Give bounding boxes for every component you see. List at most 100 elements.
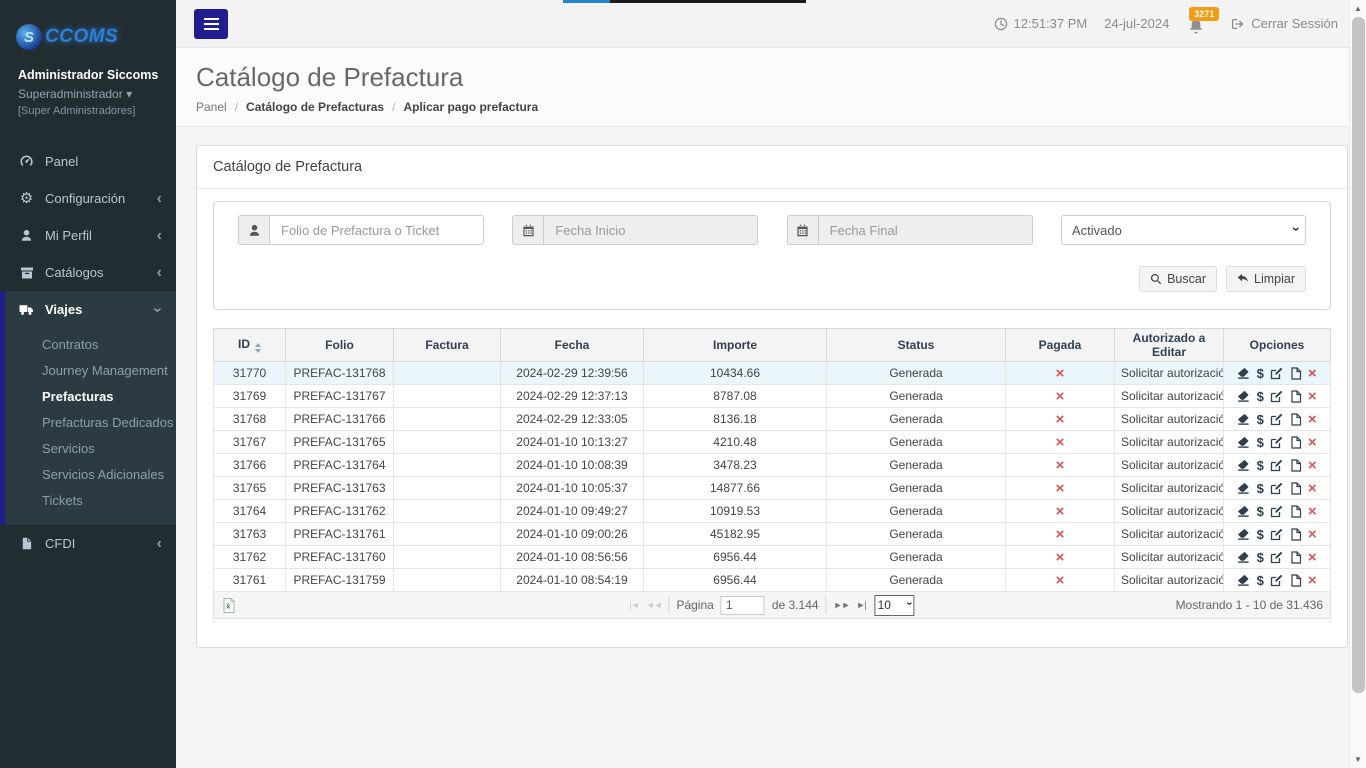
eraser-icon[interactable] xyxy=(1237,367,1250,380)
pdf-icon[interactable] xyxy=(1290,528,1302,541)
export-excel-button[interactable]: x̄ xyxy=(221,597,237,614)
sidebar-item-prefacturas[interactable]: Prefacturas xyxy=(5,383,176,409)
pdf-icon[interactable] xyxy=(1290,413,1302,426)
pdf-icon[interactable] xyxy=(1290,574,1302,587)
breadcrumb-catalogo-prefacturas[interactable]: Catálogo de Prefacturas xyxy=(246,100,384,114)
solicitar-autorizacion-link[interactable]: Solicitar autorización xyxy=(1115,523,1224,546)
solicitar-autorizacion-link[interactable]: Solicitar autorización xyxy=(1115,408,1224,431)
pdf-icon[interactable] xyxy=(1290,459,1302,472)
delete-icon[interactable]: × xyxy=(1308,457,1317,474)
delete-icon[interactable]: × xyxy=(1308,411,1317,428)
edit-icon[interactable] xyxy=(1270,482,1283,495)
sidebar-item-servicios[interactable]: Servicios xyxy=(5,435,176,461)
delete-icon[interactable]: × xyxy=(1308,434,1317,451)
table-row[interactable]: 31769 PREFAC-131767 2024-02-29 12:37:13 … xyxy=(214,385,1331,408)
payment-dollar-icon[interactable]: $ xyxy=(1257,550,1264,565)
eraser-icon[interactable] xyxy=(1237,574,1250,587)
payment-dollar-icon[interactable]: $ xyxy=(1257,481,1264,496)
solicitar-autorizacion-link[interactable]: Solicitar autorización xyxy=(1115,431,1224,454)
user-role-dropdown[interactable]: Superadministrador ▾ xyxy=(18,85,168,103)
sidebar-item-prefacturas-dedicados[interactable]: Prefacturas Dedicados xyxy=(5,409,176,435)
scroll-down-button[interactable]: ▼ xyxy=(1350,751,1366,768)
sidebar-item-tickets[interactable]: Tickets xyxy=(5,487,176,513)
table-row[interactable]: 31762 PREFAC-131760 2024-01-10 08:56:56 … xyxy=(214,546,1331,569)
solicitar-autorizacion-link[interactable]: Solicitar autorización xyxy=(1115,546,1224,569)
fecha-final-input[interactable] xyxy=(818,215,1033,245)
delete-icon[interactable]: × xyxy=(1308,549,1317,566)
estado-select[interactable]: Activado xyxy=(1061,215,1306,245)
sidebar-item-cfdi[interactable]: CFDI ‹ xyxy=(0,525,176,562)
solicitar-autorizacion-link[interactable]: Solicitar autorización xyxy=(1115,454,1224,477)
sidebar-item-viajes[interactable]: Viajes ‹ xyxy=(5,291,176,328)
payment-dollar-icon[interactable]: $ xyxy=(1257,504,1264,519)
pdf-icon[interactable] xyxy=(1290,390,1302,403)
sidebar-item-servicios-adicionales[interactable]: Servicios Adicionales xyxy=(5,461,176,487)
edit-icon[interactable] xyxy=(1270,367,1283,380)
pdf-icon[interactable] xyxy=(1290,482,1302,495)
edit-icon[interactable] xyxy=(1270,551,1283,564)
page-size-select[interactable]: 10 xyxy=(875,595,915,616)
eraser-icon[interactable] xyxy=(1237,528,1250,541)
breadcrumb-panel[interactable]: Panel xyxy=(196,100,227,114)
table-row[interactable]: 31768 PREFAC-131766 2024-02-29 12:33:05 … xyxy=(214,408,1331,431)
eraser-icon[interactable] xyxy=(1237,413,1250,426)
solicitar-autorizacion-link[interactable]: Solicitar autorización xyxy=(1115,477,1224,500)
payment-dollar-icon[interactable]: $ xyxy=(1257,366,1264,381)
eraser-icon[interactable] xyxy=(1237,482,1250,495)
table-row[interactable]: 31766 PREFAC-131764 2024-01-10 10:08:39 … xyxy=(214,454,1331,477)
delete-icon[interactable]: × xyxy=(1308,572,1317,589)
limpiar-button[interactable]: Limpiar xyxy=(1226,266,1306,292)
payment-dollar-icon[interactable]: $ xyxy=(1257,412,1264,427)
pdf-icon[interactable] xyxy=(1290,436,1302,449)
column-header-id[interactable]: ID xyxy=(214,329,286,362)
delete-icon[interactable]: × xyxy=(1308,365,1317,382)
folio-input[interactable] xyxy=(269,215,484,245)
payment-dollar-icon[interactable]: $ xyxy=(1257,435,1264,450)
pdf-icon[interactable] xyxy=(1290,505,1302,518)
eraser-icon[interactable] xyxy=(1237,551,1250,564)
scroll-up-button[interactable]: ▲ xyxy=(1350,0,1366,17)
delete-icon[interactable]: × xyxy=(1308,526,1317,543)
sidebar-item-configuracion[interactable]: ⚙ Configuración ‹ xyxy=(0,180,176,217)
table-row[interactable]: 31763 PREFAC-131761 2024-01-10 09:00:26 … xyxy=(214,523,1331,546)
edit-icon[interactable] xyxy=(1270,390,1283,403)
table-row[interactable]: 31767 PREFAC-131765 2024-01-10 10:13:27 … xyxy=(214,431,1331,454)
table-row[interactable]: 31761 PREFAC-131759 2024-01-10 08:54:19 … xyxy=(214,569,1331,592)
eraser-icon[interactable] xyxy=(1237,390,1250,403)
table-row[interactable]: 31770 PREFAC-131768 2024-02-29 12:39:56 … xyxy=(214,362,1331,385)
payment-dollar-icon[interactable]: $ xyxy=(1257,527,1264,542)
solicitar-autorizacion-link[interactable]: Solicitar autorización xyxy=(1115,500,1224,523)
eraser-icon[interactable] xyxy=(1237,505,1250,518)
notifications-button[interactable]: 3271 xyxy=(1188,18,1204,34)
app-logo[interactable]: S CCOMS xyxy=(0,0,176,50)
delete-icon[interactable]: × xyxy=(1308,480,1317,497)
payment-dollar-icon[interactable]: $ xyxy=(1257,458,1264,473)
edit-icon[interactable] xyxy=(1270,505,1283,518)
scrollbar-thumb[interactable] xyxy=(1352,17,1365,693)
table-row[interactable]: 31765 PREFAC-131763 2024-01-10 10:05:37 … xyxy=(214,477,1331,500)
buscar-button[interactable]: Buscar xyxy=(1139,266,1217,292)
sidebar-item-mi-perfil[interactable]: Mi Perfil ‹ xyxy=(0,217,176,254)
sidebar-item-panel[interactable]: Panel xyxy=(0,143,176,180)
delete-icon[interactable]: × xyxy=(1308,503,1317,520)
payment-dollar-icon[interactable]: $ xyxy=(1257,389,1264,404)
pager-next-button[interactable]: ►► xyxy=(834,600,850,610)
delete-icon[interactable]: × xyxy=(1308,388,1317,405)
solicitar-autorizacion-link[interactable]: Solicitar autorización xyxy=(1115,362,1224,385)
sidebar-item-catalogos[interactable]: Catálogos ‹ xyxy=(0,254,176,291)
sidebar-item-journey-management[interactable]: Journey Management xyxy=(5,357,176,383)
eraser-icon[interactable] xyxy=(1237,436,1250,449)
solicitar-autorizacion-link[interactable]: Solicitar autorización xyxy=(1115,385,1224,408)
eraser-icon[interactable] xyxy=(1237,459,1250,472)
sidebar-toggle-button[interactable] xyxy=(194,9,228,39)
edit-icon[interactable] xyxy=(1270,436,1283,449)
pdf-icon[interactable] xyxy=(1290,367,1302,380)
solicitar-autorizacion-link[interactable]: Solicitar autorización xyxy=(1115,569,1224,592)
fecha-inicio-input[interactable] xyxy=(543,215,758,245)
logout-button[interactable]: Cerrar Sessión xyxy=(1231,16,1338,31)
edit-icon[interactable] xyxy=(1270,459,1283,472)
pager-last-button[interactable]: ►| xyxy=(856,600,865,610)
pdf-icon[interactable] xyxy=(1290,551,1302,564)
edit-icon[interactable] xyxy=(1270,413,1283,426)
sidebar-item-contratos[interactable]: Contratos xyxy=(5,331,176,357)
